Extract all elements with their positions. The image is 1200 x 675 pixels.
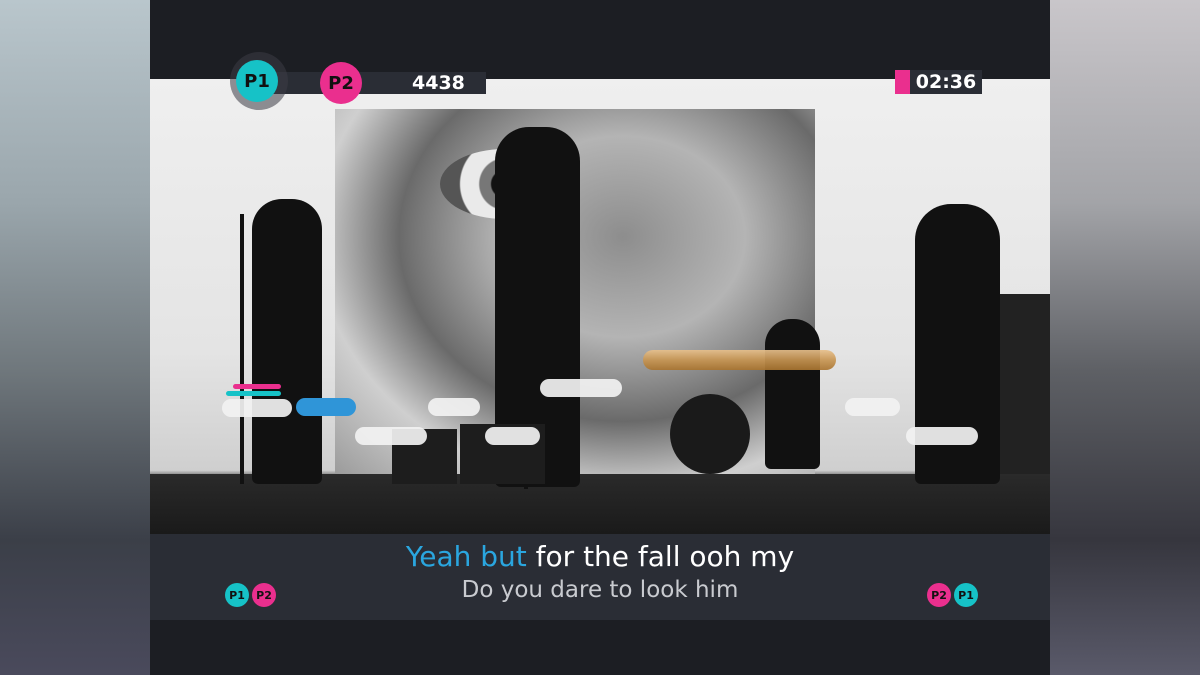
lyric-p1-indicator-right: P1 [954,583,978,607]
game-frame: P1 P2 4438 02:36 Yeah but for the fall o… [150,0,1050,675]
p2-badge: P2 [320,62,362,104]
lyric-p2-indicator-left: P2 [252,583,276,607]
pitch-note [222,399,292,417]
next-lyric-line: Do you dare to look him [461,577,739,603]
pitch-note [485,427,540,445]
timer-player-flag [895,70,910,94]
blurred-side-left [0,0,150,675]
mic-stand-left [240,214,244,484]
lyric-unsung-portion: for the fall ooh my [526,540,795,573]
pitch-note [428,398,480,416]
guitarist-left-silhouette [252,199,322,484]
pitch-note-long [643,350,836,370]
lyrics-panel: Yeah but for the fall ooh my Do you dare… [150,534,1050,620]
p2-pitch-marker [233,384,281,389]
current-lyric-line: Yeah but for the fall ooh my [150,540,1050,574]
drummer-silhouette [765,319,820,469]
pitch-note-active [296,398,356,416]
blurred-side-right [1050,0,1200,675]
pitch-note [355,427,427,445]
song-timer: 02:36 [915,71,977,93]
lyric-p1-indicator-left: P1 [225,583,249,607]
pitch-note [845,398,900,416]
speaker-cabinet-right [1000,294,1050,474]
lyric-p2-indicator-right: P2 [927,583,951,607]
drum-kit-silhouette [670,394,750,474]
pitch-note [540,379,622,397]
score-value: 4438 [412,72,465,94]
p1-pitch-marker [226,391,281,396]
music-video-stage [150,79,1050,534]
lyric-sung-portion: Yeah but [405,540,527,573]
top-hud [150,0,1050,79]
pitch-note [906,427,978,445]
p1-badge: P1 [236,60,278,102]
